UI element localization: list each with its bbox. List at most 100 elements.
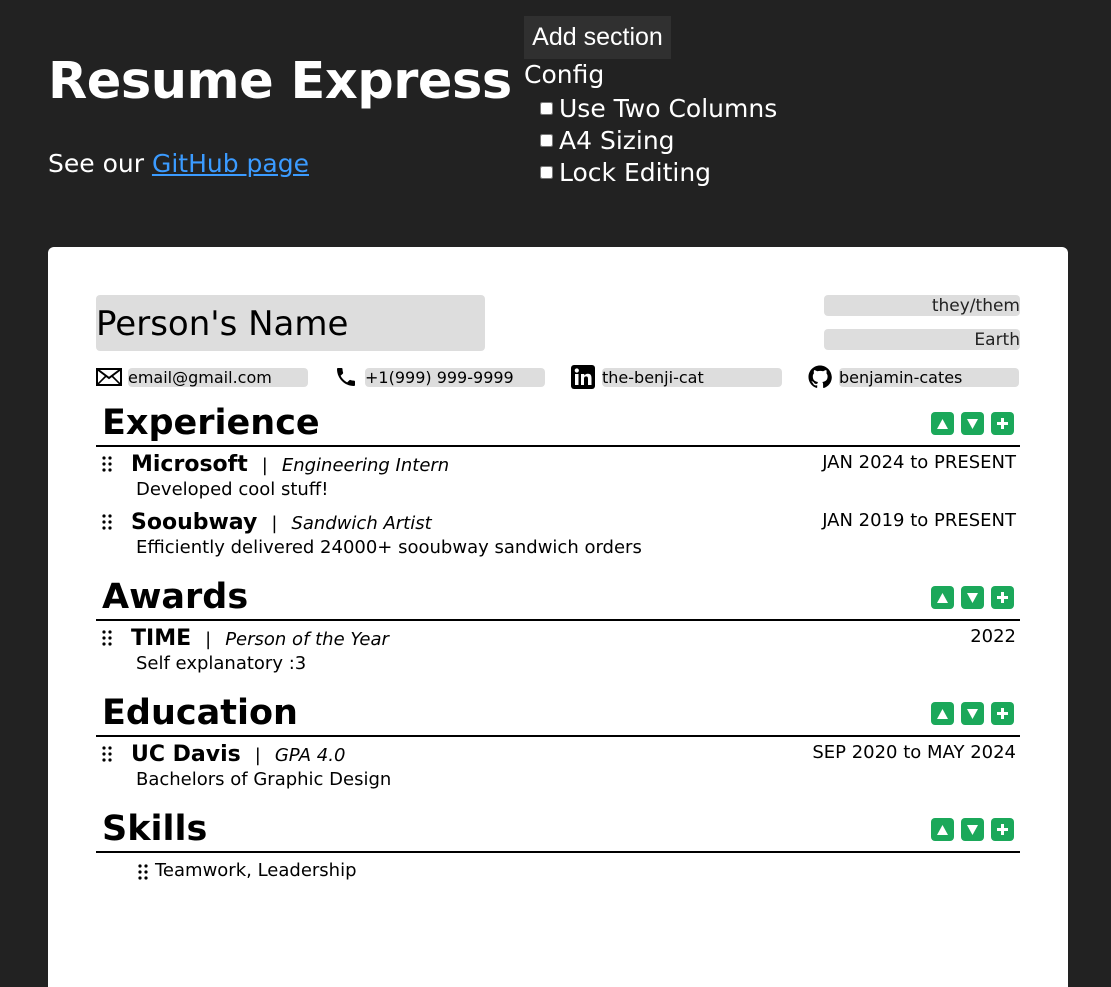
app-header: Resume Express See our GitHub page Add s… — [0, 0, 1111, 247]
contact-row: email@gmail.com +1(999) 999-9999 the-ben… — [96, 365, 1020, 389]
section-skills: Skills Teamwork, Leadership — [96, 803, 1020, 885]
drag-handle-icon[interactable] — [102, 630, 112, 646]
pronouns-field[interactable]: they/them — [824, 295, 1020, 316]
section-title[interactable]: Skills — [102, 807, 207, 851]
entry-role[interactable]: GPA 4.0 — [275, 745, 346, 766]
section-header: Awards — [96, 571, 1020, 621]
config-options: Use Two Columns A4 Sizing Lock Editing — [539, 92, 777, 188]
add-section-button[interactable]: Add section — [524, 16, 671, 59]
config-option-a4-sizing[interactable]: A4 Sizing — [539, 124, 777, 156]
entry-heading: UC Davis | GPA 4.0 — [131, 742, 345, 767]
github-field[interactable]: benjamin-cates — [839, 367, 1019, 387]
move-up-button[interactable] — [931, 818, 954, 841]
a4-sizing-label: A4 Sizing — [559, 125, 675, 155]
move-up-button[interactable] — [931, 586, 954, 609]
mail-icon — [96, 365, 122, 389]
section-header: Skills — [96, 803, 1020, 853]
section-controls — [931, 818, 1014, 841]
section-title[interactable]: Experience — [102, 401, 320, 445]
contact-github: benjamin-cates — [807, 365, 1019, 389]
skills-text[interactable]: Teamwork, Leadership — [155, 860, 357, 881]
contact-email: email@gmail.com — [96, 365, 308, 389]
entry-organization[interactable]: Microsoft — [131, 452, 248, 477]
entry-item: UC Davis | GPA 4.0 SEP 2020 to MAY 2024 … — [96, 737, 1020, 795]
phone-icon — [333, 365, 359, 389]
entry-organization[interactable]: TIME — [131, 626, 191, 651]
entry-description[interactable]: Developed cool stuff! — [136, 479, 328, 500]
section-title[interactable]: Awards — [102, 575, 248, 619]
linkedin-icon — [570, 365, 596, 389]
email-field[interactable]: email@gmail.com — [128, 367, 308, 387]
triangle-down-icon — [967, 708, 978, 719]
location-field[interactable]: Earth — [824, 329, 1020, 350]
triangle-up-icon — [937, 824, 948, 835]
entry-heading: Sooubway | Sandwich Artist — [131, 510, 432, 535]
section-experience: Experience Microsoft | Engineering Inter… — [96, 397, 1020, 563]
name-field[interactable]: Person's Name — [96, 295, 485, 351]
drag-handle-icon[interactable] — [102, 746, 112, 762]
github-icon — [807, 365, 833, 389]
config-option-two-columns[interactable]: Use Two Columns — [539, 92, 777, 124]
entry-role[interactable]: Sandwich Artist — [291, 513, 431, 534]
entry-description[interactable]: Self explanatory :3 — [136, 653, 306, 674]
entry-role[interactable]: Engineering Intern — [282, 455, 449, 476]
plus-icon — [997, 418, 1008, 429]
entry-item: Microsoft | Engineering Intern JAN 2024 … — [96, 447, 1020, 505]
entry-date[interactable]: JAN 2024 to PRESENT — [822, 452, 1016, 473]
triangle-down-icon — [967, 418, 978, 429]
move-down-button[interactable] — [961, 818, 984, 841]
entry-separator: | — [254, 745, 261, 766]
section-education: Education UC Davis | GPA 4.0 SEP 2020 to… — [96, 687, 1020, 795]
contact-linkedin: the-benji-cat — [570, 365, 782, 389]
github-line: See our GitHub page — [48, 149, 309, 178]
add-entry-button[interactable] — [991, 818, 1014, 841]
entry-description[interactable]: Bachelors of Graphic Design — [136, 769, 391, 790]
entry-role[interactable]: Person of the Year — [225, 629, 389, 650]
section-header: Experience — [96, 397, 1020, 447]
add-entry-button[interactable] — [991, 586, 1014, 609]
entry-description[interactable]: Efficiently delivered 24000+ sooubway sa… — [136, 537, 642, 558]
plus-icon — [997, 592, 1008, 603]
triangle-down-icon — [967, 824, 978, 835]
phone-field[interactable]: +1(999) 999-9999 — [365, 367, 545, 387]
section-title[interactable]: Education — [102, 691, 298, 735]
move-down-button[interactable] — [961, 702, 984, 725]
entry-item: TIME | Person of the Year 2022 Self expl… — [96, 621, 1020, 679]
move-up-button[interactable] — [931, 702, 954, 725]
two-columns-checkbox[interactable] — [540, 101, 553, 115]
entry-date[interactable]: JAN 2019 to PRESENT — [822, 510, 1016, 531]
section-awards: Awards TIME | Person of the Year 2022 Se… — [96, 571, 1020, 679]
entry-separator: | — [261, 455, 268, 476]
config-option-lock-editing[interactable]: Lock Editing — [539, 156, 777, 188]
entry-date[interactable]: 2022 — [970, 626, 1016, 647]
lock-editing-label: Lock Editing — [559, 157, 712, 187]
drag-handle-icon[interactable] — [138, 864, 148, 880]
drag-handle-icon[interactable] — [102, 456, 112, 472]
move-down-button[interactable] — [961, 412, 984, 435]
lock-editing-checkbox[interactable] — [540, 165, 553, 179]
add-entry-button[interactable] — [991, 702, 1014, 725]
entry-date[interactable]: SEP 2020 to MAY 2024 — [812, 742, 1016, 763]
two-columns-label: Use Two Columns — [559, 93, 778, 123]
plus-icon — [997, 824, 1008, 835]
triangle-up-icon — [937, 708, 948, 719]
move-up-button[interactable] — [931, 412, 954, 435]
contact-phone: +1(999) 999-9999 — [333, 365, 545, 389]
entry-separator: | — [271, 513, 278, 534]
triangle-down-icon — [967, 592, 978, 603]
skills-item: Teamwork, Leadership — [96, 853, 1020, 885]
github-link[interactable]: GitHub page — [152, 149, 309, 178]
section-controls — [931, 412, 1014, 435]
entry-organization[interactable]: UC Davis — [131, 742, 241, 767]
entry-heading: Microsoft | Engineering Intern — [131, 452, 449, 477]
add-entry-button[interactable] — [991, 412, 1014, 435]
entry-organization[interactable]: Sooubway — [131, 510, 257, 535]
drag-handle-icon[interactable] — [102, 514, 112, 530]
section-header: Education — [96, 687, 1020, 737]
linkedin-field[interactable]: the-benji-cat — [602, 367, 782, 387]
plus-icon — [997, 708, 1008, 719]
a4-sizing-checkbox[interactable] — [540, 133, 553, 147]
entry-item: Sooubway | Sandwich Artist JAN 2019 to P… — [96, 505, 1020, 563]
move-down-button[interactable] — [961, 586, 984, 609]
section-controls — [931, 702, 1014, 725]
